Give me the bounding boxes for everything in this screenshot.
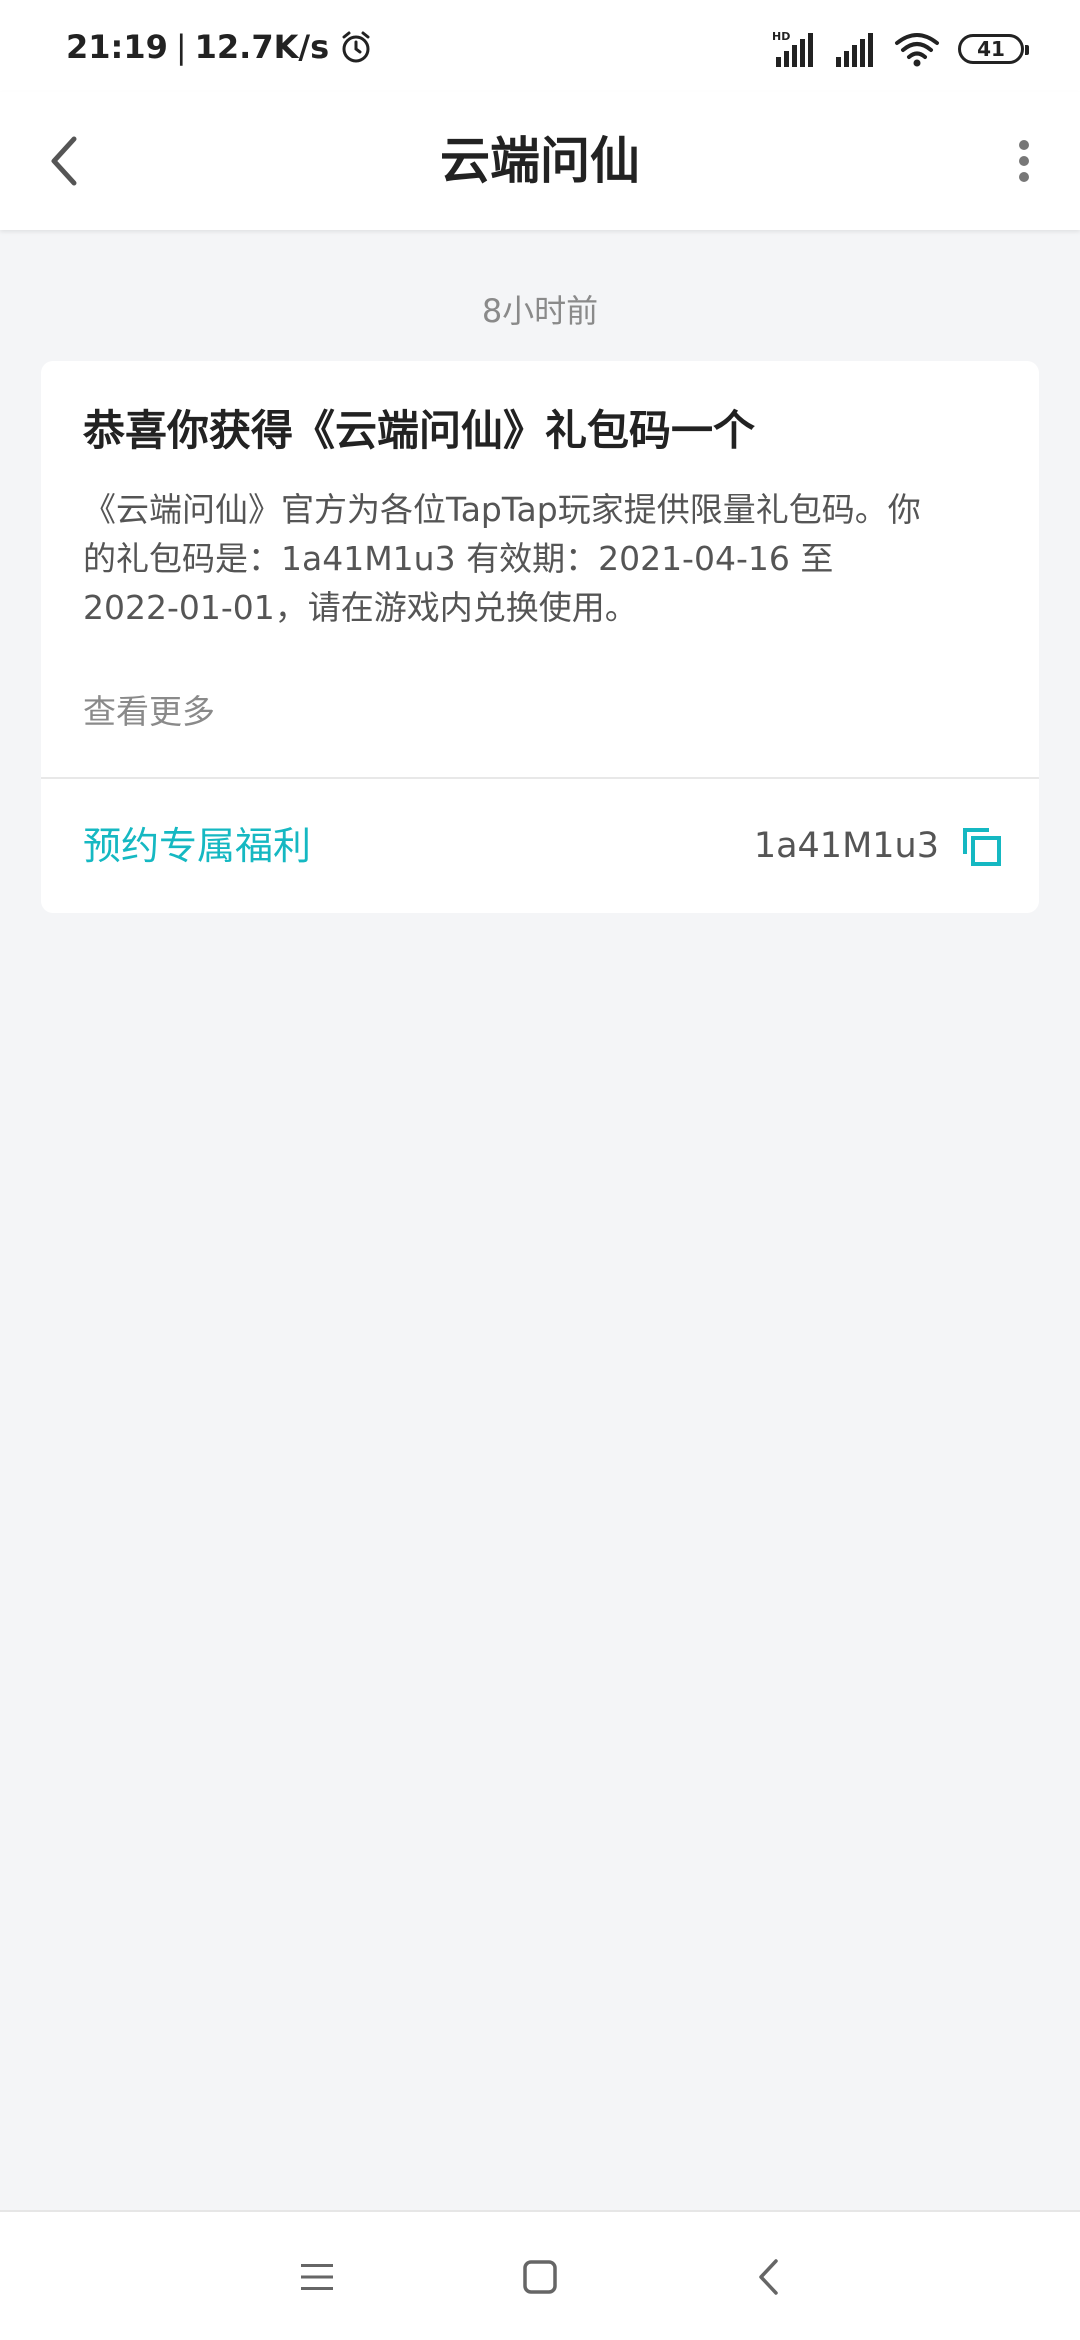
system-nav-bar [0,2210,1080,2340]
page-title: 云端问仙 [440,132,640,190]
alarm-icon [342,31,370,63]
app-bar: 云端问仙 [0,92,1080,230]
gift-code-area[interactable]: 1a41M1u3 [754,779,1003,913]
message-body-line: 的礼包码是：1a41M1u3 有效期：2021-04-16 至 [83,539,834,578]
svg-text:HD: HD [772,30,790,43]
message-card[interactable]: 恭喜你获得《云端问仙》礼包码一个 《云端问仙》官方为各位TapTap玩家提供限量… [41,361,1039,913]
status-bar: 21:19 | 12.7K/s HD 41 [0,0,1080,92]
message-body-line: 《云端问仙》官方为各位TapTap玩家提供限量礼包码。你 [83,490,921,529]
message-title: 恭喜你获得《云端问仙》礼包码一个 [83,406,756,455]
nav-menu-button[interactable] [282,2242,352,2312]
reserve-benefit-link[interactable]: 预约专属福利 [83,779,311,913]
back-chevron-icon [759,2259,778,2295]
gift-code: 1a41M1u3 [753,826,939,866]
status-left: 21:19 | 12.7K/s [66,24,373,70]
message-body: 《云端问仙》官方为各位TapTap玩家提供限量礼包码。你 的礼包码是：1a41M… [83,485,1001,632]
copy-icon[interactable] [959,824,1003,868]
nav-back-button[interactable] [733,2242,803,2312]
message-timestamp: 8小时前 [481,292,599,330]
nav-home-button[interactable] [505,2242,575,2312]
more-button[interactable] [988,125,1060,197]
view-more-link[interactable]: 查看更多 [83,685,215,733]
battery-level: 41 [977,37,1005,61]
wifi-icon [895,33,939,67]
menu-icon [301,2264,333,2290]
status-separator: | [175,28,187,66]
hd-signal-icon: HD [772,30,813,67]
signal-icon [836,33,873,67]
more-vertical-icon [1019,140,1029,182]
card-footer: 预约专属福利 1a41M1u3 [41,779,1039,913]
message-body-line: 2022-01-01，请在游戏内兑换使用。 [83,588,638,627]
status-time: 21:19 [66,28,168,66]
home-square-icon [523,2260,557,2294]
status-right: HD 41 [772,26,1029,72]
network-speed: 12.7K/s [194,28,330,66]
battery-icon: 41 [958,34,1029,64]
